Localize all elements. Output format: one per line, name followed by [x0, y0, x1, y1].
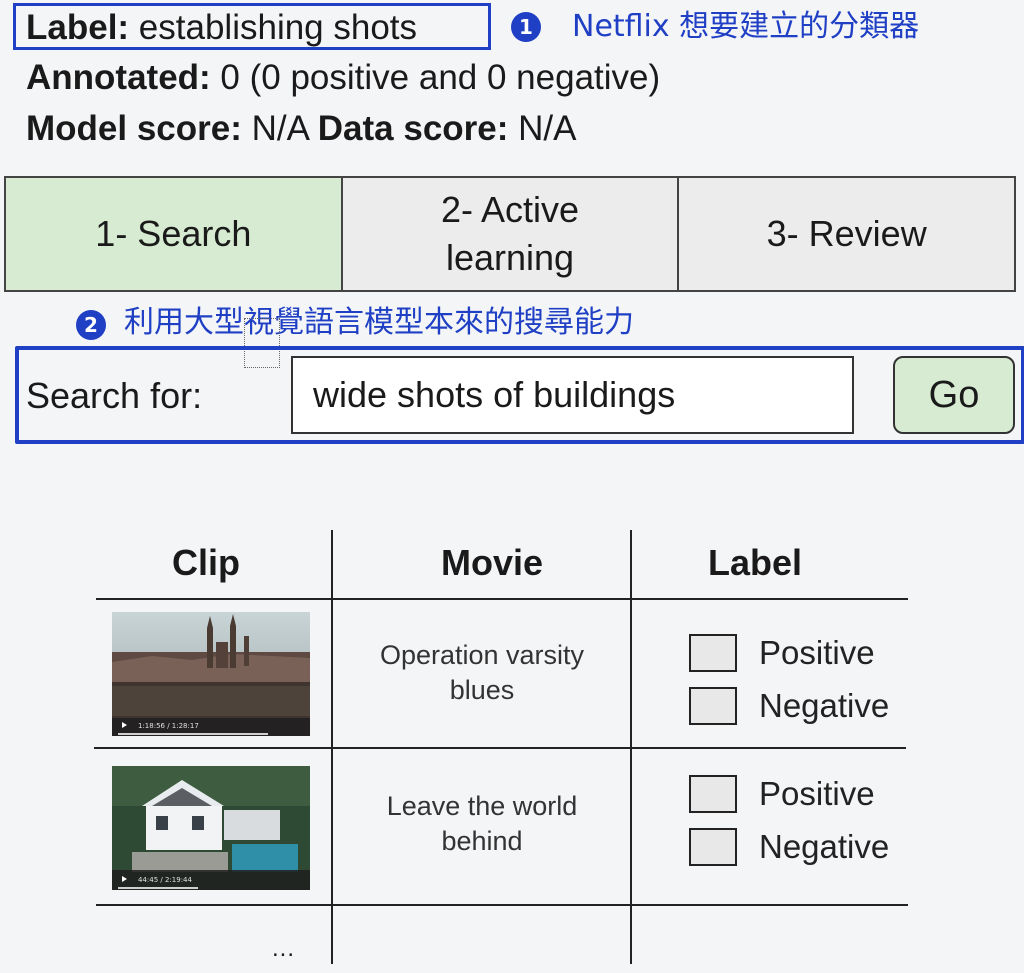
header-movie: Movie — [441, 542, 544, 583]
clip-time: 44:45 / 2:19:44 — [138, 876, 193, 884]
positive-label: Positive — [759, 775, 875, 812]
go-button[interactable]: Go — [893, 356, 1015, 434]
header-label: Label — [708, 542, 803, 583]
negative-checkbox[interactable] — [689, 828, 737, 866]
model-score-key: Model score: — [26, 109, 242, 148]
annotation-badge-2: 2 — [76, 310, 106, 340]
cityscape-thumbnail-image: 1:18:56 / 1:28:17 — [112, 612, 310, 736]
scores-line: Model score: N/A Data score: N/A — [26, 109, 576, 149]
data-score-value: N/A — [508, 109, 577, 148]
tab-active-learning[interactable]: 2- Active learning — [340, 178, 678, 290]
label-highlight-box — [13, 3, 491, 50]
more-rows-ellipsis: ... — [272, 935, 296, 962]
data-score-key: Data score: — [317, 109, 509, 148]
house-thumbnail-image: 44:45 / 2:19:44 — [112, 766, 310, 890]
search-label: Search for: — [26, 375, 203, 416]
positive-checkbox[interactable] — [689, 775, 737, 813]
negative-checkbox[interactable] — [689, 687, 737, 725]
annotated-key: Annotated: — [26, 58, 211, 97]
search-input[interactable]: wide shots of buildings — [291, 356, 854, 434]
table-divider — [96, 598, 908, 600]
clip-thumbnail[interactable]: 1:18:56 / 1:28:17 — [112, 612, 310, 736]
positive-label: Positive — [759, 634, 875, 671]
annotation-note-1: Netflix 想要建立的分類器 — [572, 9, 920, 44]
clip-thumbnail[interactable]: 44:45 / 2:19:44 — [112, 766, 310, 890]
model-score-value: N/A — [241, 109, 318, 148]
table-divider — [96, 904, 908, 906]
annotated-value: 0 (0 positive and 0 negative) — [210, 58, 661, 97]
positive-checkbox[interactable] — [689, 634, 737, 672]
annotation-note-2: 利用大型視覺語言模型本來的搜尋能力 — [124, 305, 634, 340]
tab-active-learning-label: 2- Active learning — [440, 189, 580, 278]
clip-time: 1:18:56 / 1:28:17 — [138, 722, 199, 730]
annotated-line: Annotated: 0 (0 positive and 0 negative) — [26, 58, 660, 98]
header-clip: Clip — [172, 542, 240, 583]
negative-label: Negative — [759, 687, 890, 724]
tab-review[interactable]: 3- Review — [677, 178, 1015, 290]
negative-label: Negative — [759, 828, 890, 865]
annotation-badge-1: 1 — [511, 12, 541, 42]
workflow-tabs: 1- Search 2- Active learning 3- Review — [4, 176, 1016, 292]
tab-search[interactable]: 1- Search — [6, 178, 341, 290]
movie-title: Operation varsity blues — [379, 640, 585, 705]
movie-title: Leave the world behind — [386, 791, 578, 856]
table-divider — [94, 747, 906, 749]
